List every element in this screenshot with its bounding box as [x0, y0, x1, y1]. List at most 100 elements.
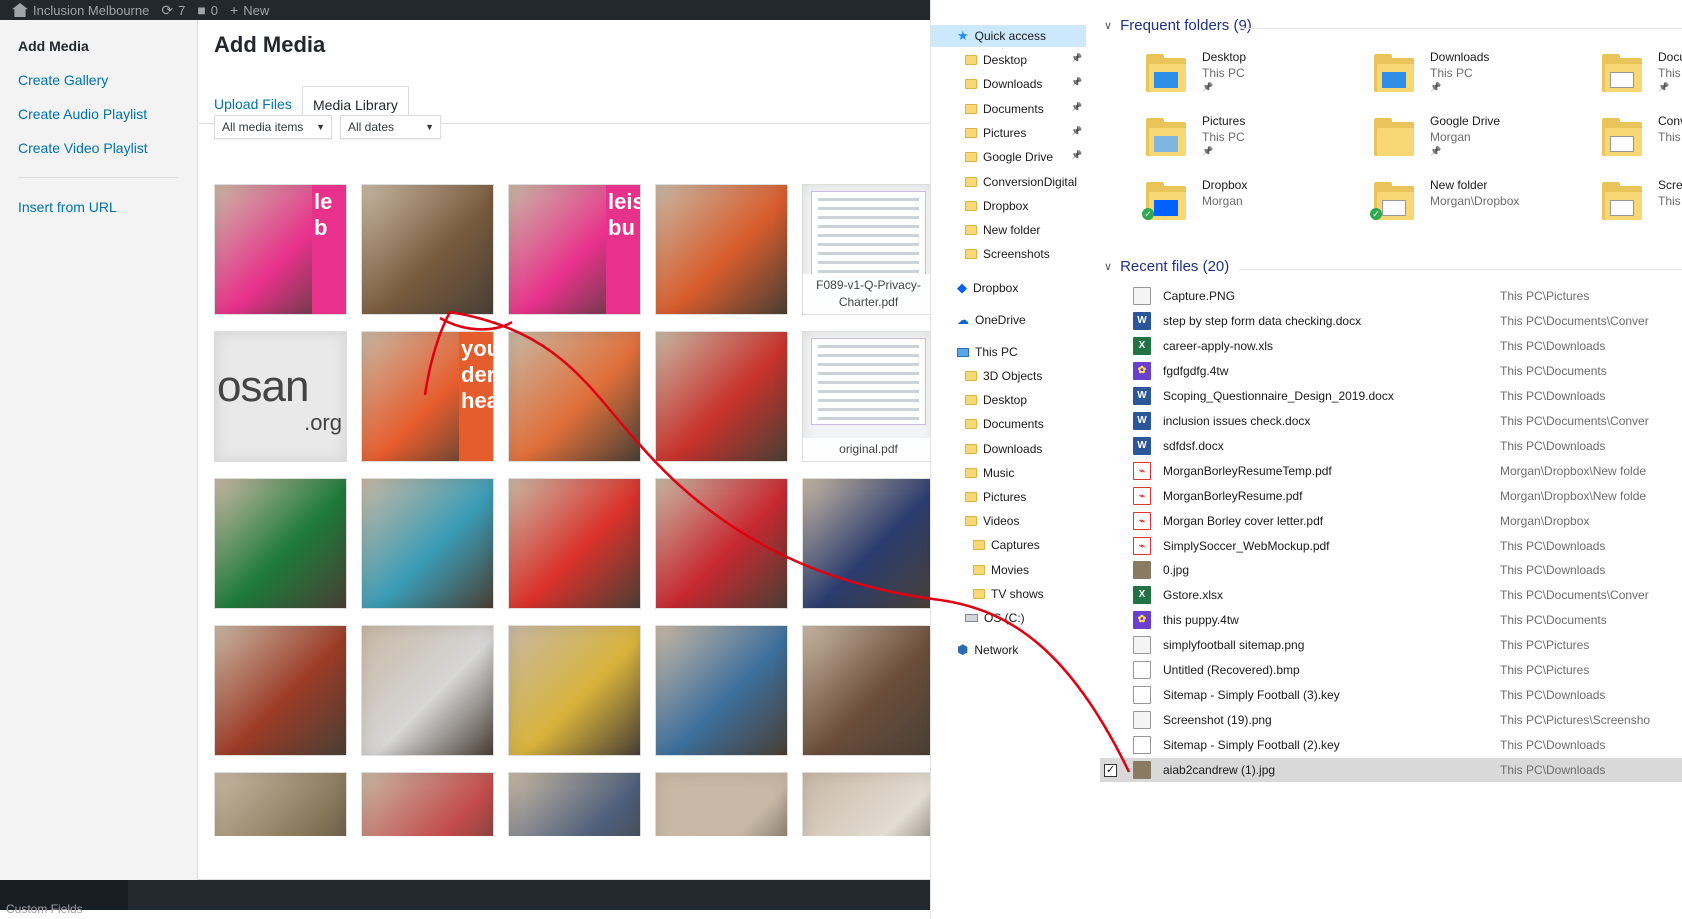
nav-item-pictures[interactable]: Pictures: [965, 486, 1026, 508]
menu-add-media[interactable]: Add Media: [18, 38, 89, 54]
recent-file-row[interactable]: Sitemap - Simply Football (2).key This PC…: [1100, 733, 1682, 757]
menu-create-audio-playlist[interactable]: Create Audio Playlist: [18, 106, 147, 122]
attachment-thumbnail[interactable]: leis bu: [508, 184, 641, 315]
attachment-thumbnail[interactable]: [802, 478, 930, 609]
attachment-thumbnail[interactable]: osan .org: [214, 331, 347, 462]
recent-file-row[interactable]: Wstep by step form data checking.docx Thi…: [1100, 309, 1682, 333]
site-name-link[interactable]: Inclusion Melbourne: [12, 3, 149, 18]
recent-file-row[interactable]: Wsdfdsf.docx This PC\Downloads: [1100, 434, 1682, 458]
recent-file-row[interactable]: Screenshot (19).png This PC\Pictures\Scre…: [1100, 708, 1682, 732]
frequent-folder-item[interactable]: Conv This P: [1602, 114, 1682, 168]
attachment-thumbnail[interactable]: [655, 625, 788, 756]
attachment-thumbnail[interactable]: [361, 478, 494, 609]
attachment-thumbnail[interactable]: [655, 331, 788, 462]
frequent-folder-item[interactable]: Google Drive Morgan 📌: [1374, 114, 1604, 168]
attachment-thumbnail[interactable]: [508, 772, 641, 836]
attachment-thumbnail[interactable]: [802, 772, 930, 836]
nav-os-drive[interactable]: OS (C:): [965, 607, 1025, 629]
nav-item-dropbox[interactable]: Dropbox: [965, 195, 1028, 217]
pdf-file-icon: ⌁: [1133, 486, 1151, 505]
new-content-link[interactable]: + New: [230, 2, 269, 18]
recent-file-row[interactable]: ✿ this puppy.4tw This PC\Documents: [1100, 608, 1682, 632]
nav-item-documents[interactable]: Documents: [965, 413, 1044, 435]
nav-item-google-drive[interactable]: Google Drive: [965, 146, 1053, 168]
recent-file-row[interactable]: Capture.PNG This PC\Pictures: [1100, 284, 1682, 308]
frequent-folder-item[interactable]: ✓ Dropbox Morgan: [1142, 178, 1376, 232]
nav-dropbox[interactable]: ◆ Dropbox: [957, 277, 1018, 299]
recent-file-row[interactable]: X Gstore.xlsx This PC\Documents\Conver: [1100, 583, 1682, 607]
recent-file-row[interactable]: Winclusion issues check.docx This PC\Docu…: [1100, 409, 1682, 433]
nav-item-conversiondigital[interactable]: ConversionDigital: [965, 171, 1077, 193]
menu-insert-from-url[interactable]: Insert from URL: [18, 199, 117, 215]
nav-item-tv-shows[interactable]: TV shows: [973, 583, 1044, 605]
folder-icon: [965, 443, 977, 454]
nav-item-movies[interactable]: Movies: [973, 559, 1029, 581]
recent-file-row[interactable]: ⌁ MorganBorleyResume.pdf Morgan\Dropbox\Ne…: [1100, 484, 1682, 508]
frequent-folder-item[interactable]: Desktop This PC 📌: [1146, 50, 1376, 104]
nav-item-new-folder[interactable]: New folder: [965, 219, 1040, 241]
nav-onedrive[interactable]: ☁ OneDrive: [957, 309, 1026, 331]
recent-file-row[interactable]: Xcareer-apply-now.xls This PC\Downloads: [1100, 334, 1682, 358]
filter-date[interactable]: All dates ▼: [340, 115, 441, 139]
comments-link[interactable]: ■ 0: [197, 2, 218, 18]
folder-location: This PC: [1202, 66, 1245, 80]
attachment-thumbnail[interactable]: [214, 625, 347, 756]
nav-item-documents[interactable]: Documents: [965, 98, 1044, 120]
frequent-folder-item[interactable]: Pictures This PC 📌: [1146, 114, 1376, 168]
filter-media-type[interactable]: All media items ▼: [214, 115, 332, 139]
media-modal: Add Media Create Gallery Create Audio Pl…: [0, 20, 930, 880]
file-name: Gstore.xlsx: [1163, 588, 1224, 603]
recent-file-row[interactable]: ⌁ SimplySoccer_WebMockup.pdf This PC\Downl…: [1100, 534, 1682, 558]
attachment-thumbnail[interactable]: [655, 184, 788, 315]
comment-icon: ■: [197, 2, 206, 18]
nav-quick-access[interactable]: ★ Quick access: [931, 25, 1086, 47]
img-file-icon: [1133, 287, 1151, 305]
menu-create-video-playlist[interactable]: Create Video Playlist: [18, 140, 148, 156]
attachment-thumbnail[interactable]: [214, 478, 347, 609]
recent-file-row[interactable]: ⌁ MorganBorleyResumeTemp.pdf Morgan\Dropbo…: [1100, 459, 1682, 483]
menu-create-gallery[interactable]: Create Gallery: [18, 72, 108, 88]
attachment-thumbnail[interactable]: [361, 625, 494, 756]
attachment-thumbnail[interactable]: [214, 772, 347, 836]
attachment-document[interactable]: original.pdf: [802, 331, 930, 462]
attachment-thumbnail[interactable]: you der heal: [361, 331, 494, 462]
nav-item-3d-objects[interactable]: 3D Objects: [965, 365, 1042, 387]
recent-file-row[interactable]: ✓ aiab2candrew (1).jpg This PC\Downloads: [1100, 758, 1682, 783]
nav-item-captures[interactable]: Captures: [973, 534, 1040, 556]
recent-file-row[interactable]: 0.jpg This PC\Downloads: [1100, 558, 1682, 582]
recent-file-row[interactable]: W Scoping_Questionnaire_Design_2019.docx T…: [1100, 384, 1682, 408]
nav-network[interactable]: ⬢ Network: [957, 639, 1018, 661]
attachment-thumbnail[interactable]: [655, 478, 788, 609]
nav-item-downloads[interactable]: Downloads: [965, 73, 1042, 95]
nav-item-pictures[interactable]: Pictures: [965, 122, 1026, 144]
attachment-thumbnail[interactable]: [361, 772, 494, 836]
nav-item-desktop[interactable]: Desktop: [965, 389, 1027, 411]
attachment-document[interactable]: F089-v1-Q-Privacy-Charter.pdf: [802, 184, 930, 315]
frequent-folder-item[interactable]: Docu This P 📌: [1602, 50, 1682, 104]
recent-file-row[interactable]: ⌁ Morgan Borley cover letter.pdf Morgan\Dr…: [1100, 509, 1682, 533]
recent-file-row[interactable]: simplyfootball sitemap.png This PC\Pictur…: [1100, 633, 1682, 657]
attachment-thumbnail[interactable]: [655, 772, 788, 836]
nav-this-pc[interactable]: This PC: [957, 341, 1018, 363]
recent-file-row[interactable]: Untitled (Recovered).bmp This PC\Pictures: [1100, 658, 1682, 682]
attachment-thumbnail[interactable]: [508, 331, 641, 462]
attachment-thumbnail[interactable]: [508, 478, 641, 609]
nav-item-downloads[interactable]: Downloads: [965, 438, 1042, 460]
nav-item-music[interactable]: Music: [965, 462, 1014, 484]
frequent-folder-item[interactable]: Scree This P: [1602, 178, 1682, 232]
attachment-thumbnail[interactable]: [508, 625, 641, 756]
attachment-thumbnail[interactable]: [361, 184, 494, 315]
checkbox-icon[interactable]: ✓: [1104, 763, 1117, 777]
recent-files-header[interactable]: ∨ Recent files (20): [1104, 258, 1682, 275]
attachment-thumbnail[interactable]: [802, 625, 930, 756]
nav-item-videos[interactable]: Videos: [965, 510, 1019, 532]
frequent-folders-header[interactable]: ∨ Frequent folders (9): [1104, 17, 1682, 34]
nav-item-desktop[interactable]: Desktop: [965, 49, 1027, 71]
nav-item-screenshots[interactable]: Screenshots: [965, 243, 1050, 265]
recent-file-row[interactable]: ✿ fgdfgdfg.4tw This PC\Documents: [1100, 359, 1682, 383]
frequent-folder-item[interactable]: Downloads This PC 📌: [1374, 50, 1604, 104]
frequent-folder-item[interactable]: ✓ New folder Morgan\Dropbox: [1370, 178, 1604, 232]
recent-file-row[interactable]: Sitemap - Simply Football (3).key This PC…: [1100, 683, 1682, 707]
updates-link[interactable]: ⟳ 7: [161, 2, 185, 19]
attachment-thumbnail[interactable]: le b: [214, 184, 347, 315]
